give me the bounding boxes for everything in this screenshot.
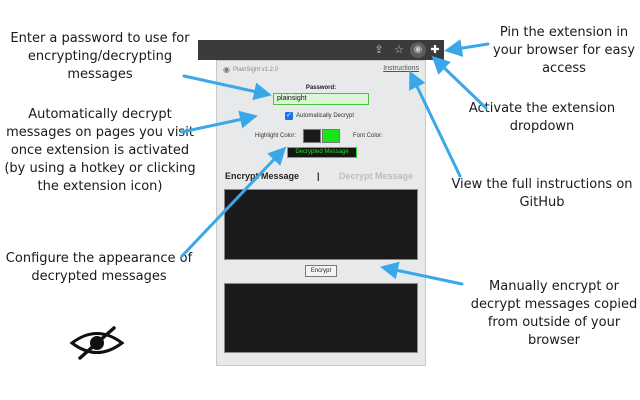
callout-password: Enter a password to use for encrypting/d… [10, 31, 190, 82]
auto-decrypt-row: ✓ Automatically Decrypt [285, 112, 354, 120]
tab-decrypt[interactable]: Decrypt Message [339, 171, 413, 181]
color-settings: Highlight Color: Font Color: [255, 129, 415, 143]
callout-pin: Pin the extension in your browser for ea… [493, 25, 635, 76]
star-icon[interactable]: ☆ [392, 43, 406, 57]
auto-decrypt-label: Automatically Decrypt [296, 113, 355, 119]
callout-activate: Activate the extension dropdown [468, 101, 616, 134]
font-color-label: Font Color: [353, 133, 383, 139]
callout-manual: Manually encrypt or decrypt messages cop… [470, 279, 638, 348]
decrypted-message-preview: Decrypted Message [287, 147, 357, 158]
puzzle-icon[interactable]: ✚ [428, 43, 442, 57]
message-input[interactable] [224, 189, 418, 260]
password-input[interactable]: plainsight [273, 93, 369, 105]
arrow-pin [444, 39, 490, 58]
browser-toolbar: ⇪ ☆ ◉ ✚ [198, 40, 444, 60]
mode-tabs: Encrypt Message | Decrypt Message [225, 171, 421, 185]
share-icon[interactable]: ⇪ [372, 43, 386, 57]
popup-title: PlainSight v1.2.0 [232, 66, 279, 73]
message-output[interactable] [224, 283, 418, 353]
font-color-picker[interactable] [322, 129, 340, 143]
tab-separator: | [317, 171, 320, 181]
eye-icon: ◉ [223, 65, 230, 74]
callout-auto-decrypt: Automatically decrypt messages on pages … [4, 107, 196, 194]
popup-header: ◉ PlainSight v1.2.0 [223, 65, 278, 74]
highlight-color-picker[interactable] [303, 129, 321, 143]
tab-encrypt[interactable]: Encrypt Message [225, 171, 299, 181]
eye-slash-logo-icon [69, 326, 125, 360]
callout-appearance: Configure the appearance of decrypted me… [5, 251, 193, 284]
highlight-color-label: Highlight Color: [255, 133, 297, 139]
callout-instructions: View the full instructions on GitHub [451, 177, 633, 210]
extension-popup: ◉ PlainSight v1.2.0 Instructions Passwor… [216, 60, 426, 366]
plainsight-extension-icon[interactable]: ◉ [410, 42, 426, 58]
password-label: Password: [305, 85, 337, 91]
encrypt-button[interactable]: Encrypt [305, 265, 337, 277]
auto-decrypt-checkbox[interactable]: ✓ [285, 112, 293, 120]
instructions-link[interactable]: Instructions [383, 65, 419, 72]
